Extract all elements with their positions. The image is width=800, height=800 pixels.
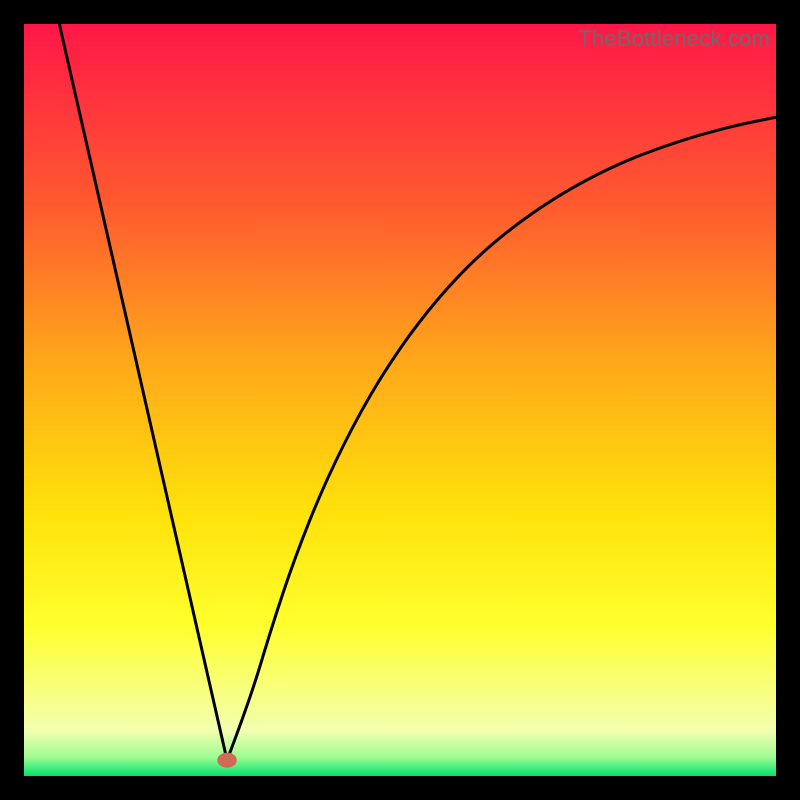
bottleneck-chart: [24, 24, 776, 776]
min-marker: [217, 753, 237, 768]
watermark-text: TheBottleneck.com: [578, 26, 770, 52]
plot-frame: TheBottleneck.com: [24, 24, 776, 776]
chart-background: [24, 24, 776, 776]
